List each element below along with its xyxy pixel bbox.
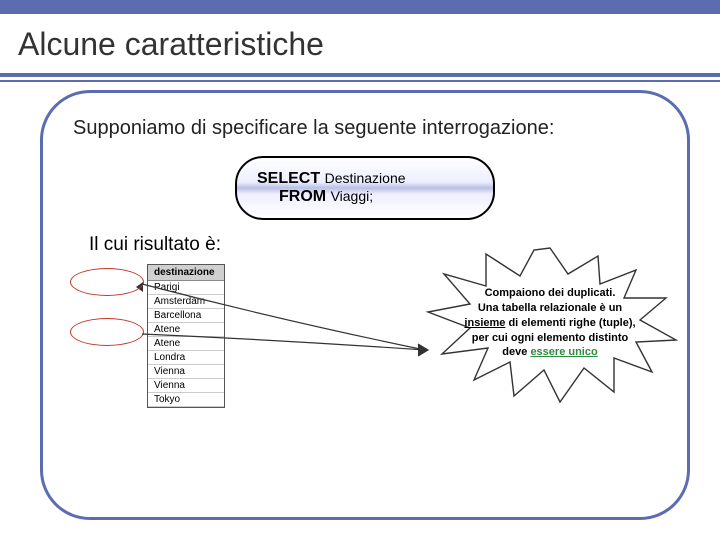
connector-arrow [140, 280, 430, 400]
table-header: destinazione [148, 265, 224, 281]
sql-from-arg: Viaggi; [331, 188, 374, 204]
sql-select-arg: Destinazione [325, 170, 406, 186]
callout-starburst: Compaiono dei duplicati. Una tabella rel… [420, 246, 680, 406]
sql-from-kw: FROM [279, 188, 326, 205]
slide-title: Alcune caratteristiche [0, 14, 720, 73]
sql-select-kw: SELECT [257, 170, 320, 187]
intro-text: Supponiamo di specificare la seguente in… [73, 117, 657, 140]
sql-query-box: SELECT Destinazione FROM Viaggi; [235, 156, 495, 220]
callout-text: Compaiono dei duplicati. Una tabella rel… [450, 286, 650, 360]
